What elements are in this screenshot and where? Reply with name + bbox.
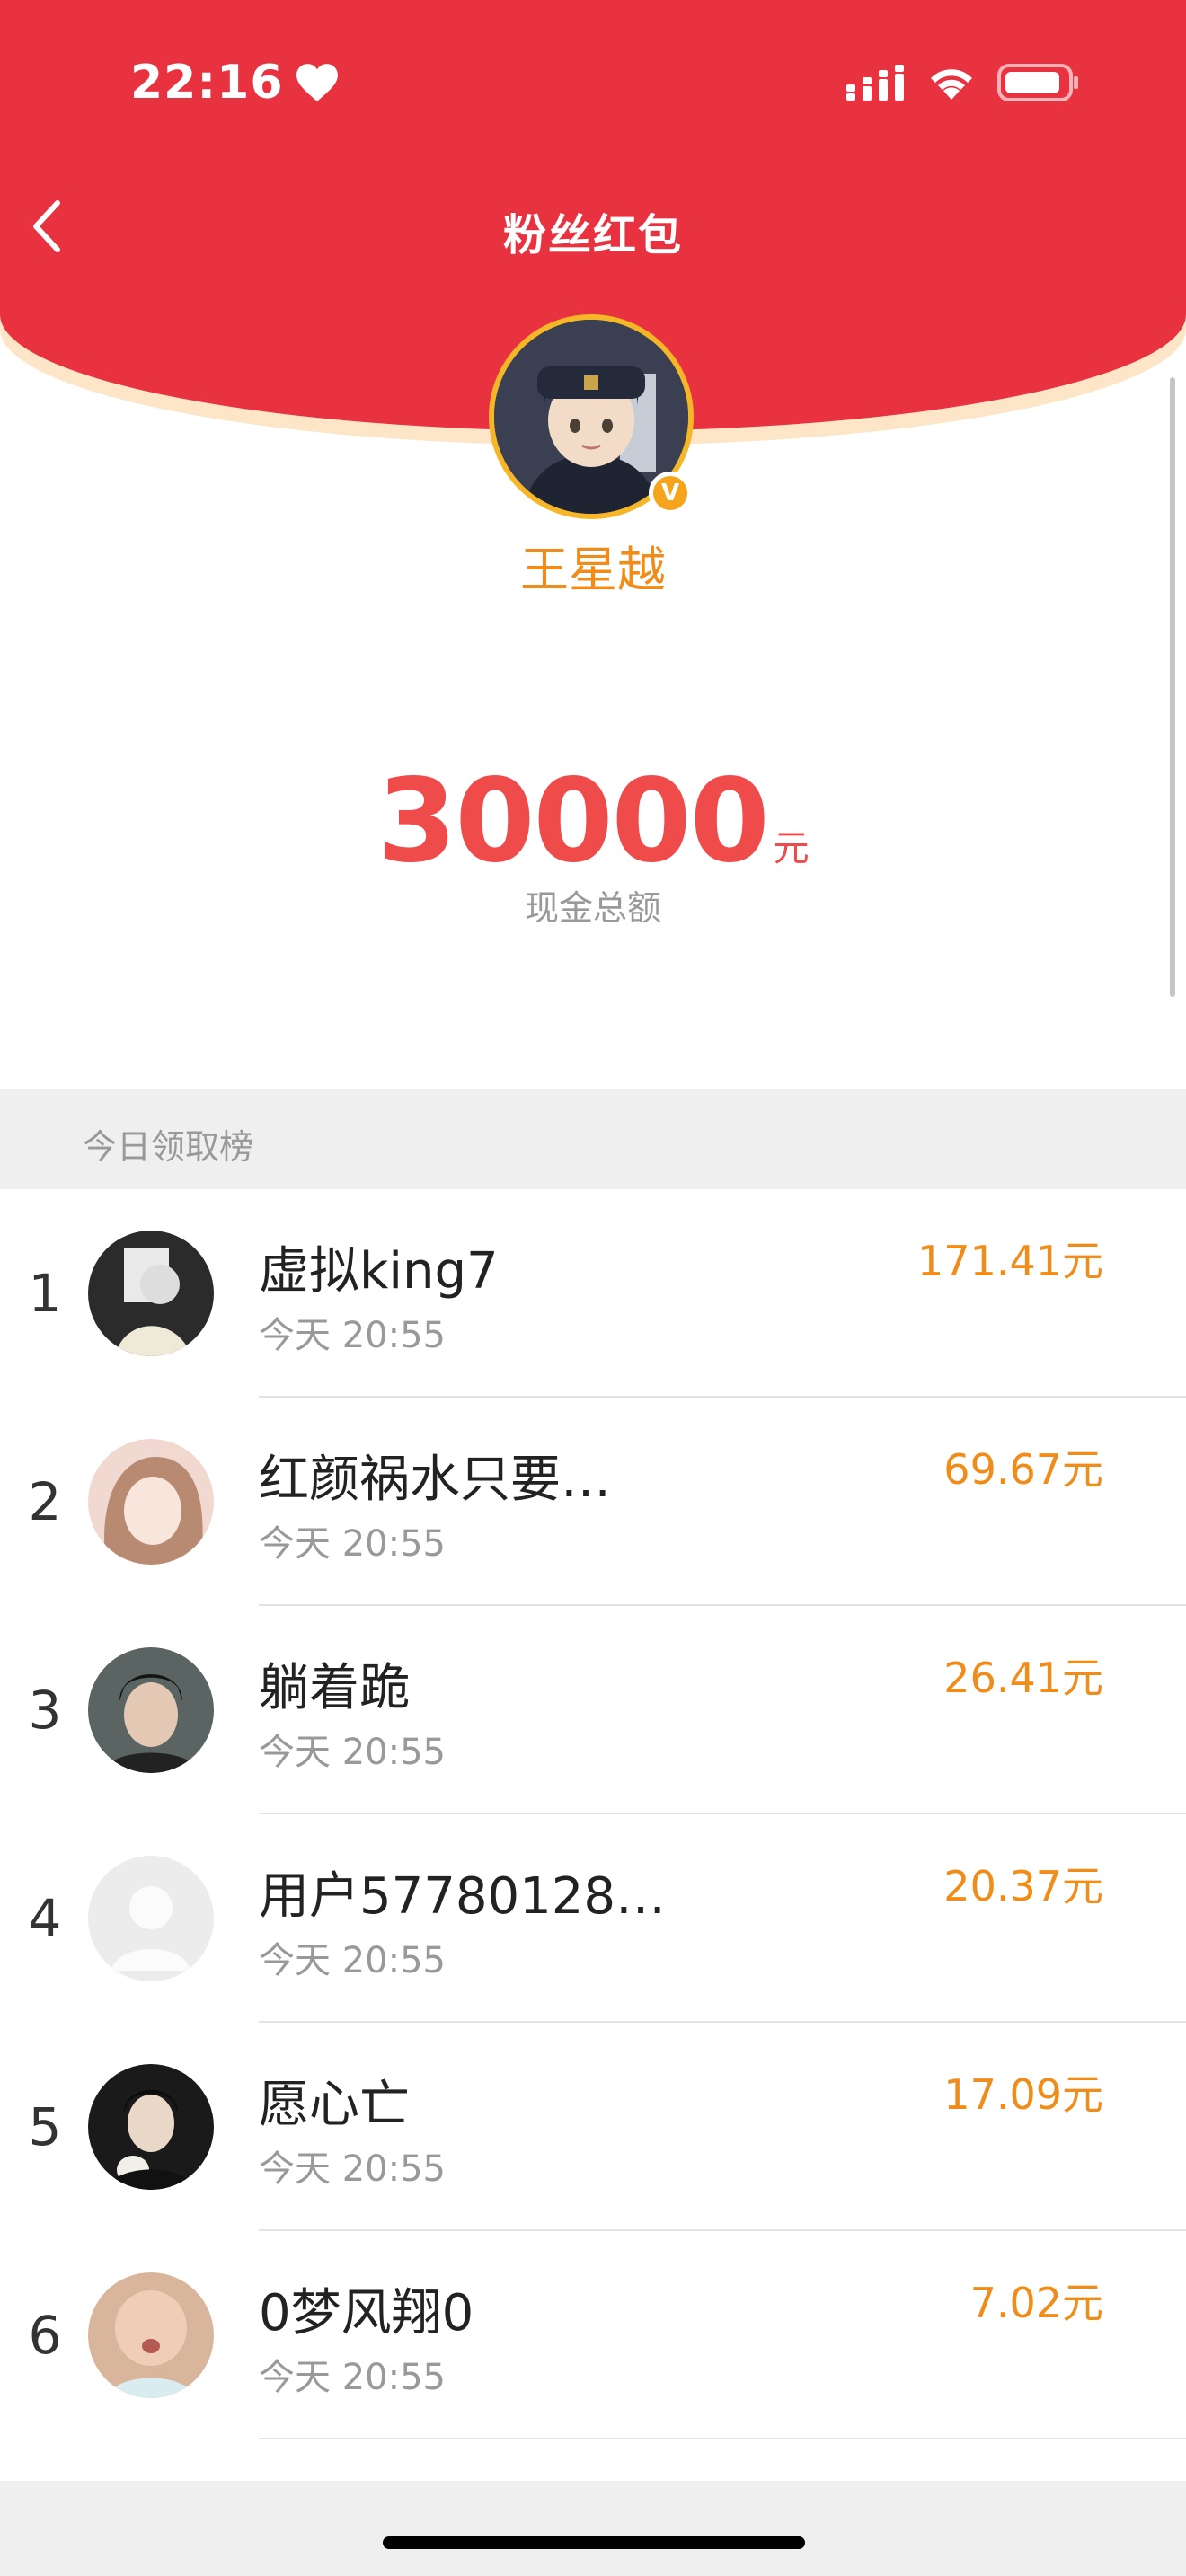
creator-name[interactable]: 王星越 xyxy=(0,530,1186,601)
heart-icon xyxy=(296,64,338,101)
user-name: 躺着跪 xyxy=(259,1659,410,1717)
rank-number: 3 xyxy=(28,1680,62,1741)
time-label: 22:16 xyxy=(130,56,284,110)
list-item[interactable]: 5 愿心亡 今天 20:55 17.09元 xyxy=(0,2023,1186,2231)
claim-amount: 171.41元 xyxy=(917,1237,1103,1285)
avatar[interactable] xyxy=(88,1647,214,1773)
rank-number: 1 xyxy=(28,1263,62,1324)
rank-number: 6 xyxy=(28,2305,62,2366)
user-name: 愿心亡 xyxy=(259,2076,410,2134)
page-title: 粉丝红包 xyxy=(502,210,683,260)
user-name: 虚拟king7 xyxy=(259,1242,499,1301)
avatar[interactable] xyxy=(88,2064,214,2190)
avatar[interactable] xyxy=(88,2272,214,2398)
bottom-area xyxy=(0,2481,1186,2576)
rank-number: 2 xyxy=(28,1471,62,1532)
list-item[interactable]: 2 红颜祸水只要… 今天 20:55 69.67元 xyxy=(0,1398,1186,1606)
status-bar-time: 22:16 xyxy=(130,56,340,110)
claim-time: 今天 20:55 xyxy=(259,1940,446,1981)
avatar[interactable] xyxy=(88,1231,214,1356)
list-item[interactable]: 3 躺着跪 今天 20:55 26.41元 xyxy=(0,1606,1186,1814)
section-header: 今日领取榜 xyxy=(0,1089,1186,1189)
claim-time: 今天 20:55 xyxy=(259,2148,446,2190)
user-name: 红颜祸水只要… xyxy=(259,1451,611,1509)
cash-amount-unit: 元 xyxy=(773,828,810,869)
verified-badge: V xyxy=(649,472,692,515)
list-item[interactable]: 4 用户57780128… 今天 20:55 20.37元 xyxy=(0,1814,1186,2023)
rank-number: 4 xyxy=(28,1888,62,1949)
divider xyxy=(259,2438,1186,2439)
battery-icon xyxy=(997,64,1078,101)
cash-amount-value: 30000 xyxy=(376,754,769,888)
status-icons xyxy=(846,63,1080,102)
claim-amount: 26.41元 xyxy=(943,1654,1103,1702)
list-item[interactable]: 6 0梦风翔0 今天 20:55 7.02元 xyxy=(0,2231,1186,2439)
section-title: 今日领取榜 xyxy=(83,1127,254,1167)
claim-time: 今天 20:55 xyxy=(259,2357,446,2398)
cellular-signal-icon xyxy=(846,65,904,101)
list-item[interactable]: 1 虚拟king7 今天 20:55 171.41元 xyxy=(0,1189,1186,1398)
claim-time: 今天 20:55 xyxy=(259,1523,446,1565)
ranking-list: 1 虚拟king7 今天 20:55 171.41元 2 红颜祸水只要… 今天 … xyxy=(0,1189,1186,2439)
rank-number: 5 xyxy=(28,2096,62,2157)
claim-time: 今天 20:55 xyxy=(259,1315,446,1356)
home-indicator[interactable] xyxy=(383,2536,805,2549)
claim-amount: 20.37元 xyxy=(943,1862,1103,1910)
avatar[interactable] xyxy=(88,1439,214,1565)
cash-amount: 30000 元 xyxy=(0,754,1186,888)
claim-amount: 7.02元 xyxy=(969,2279,1103,2327)
wifi-icon xyxy=(931,69,972,100)
claim-amount: 69.67元 xyxy=(943,1445,1103,1494)
user-name: 用户57780128… xyxy=(259,1867,667,1926)
user-name: 0梦风翔0 xyxy=(259,2284,474,2342)
cash-amount-caption: 现金总额 xyxy=(524,888,661,928)
default-avatar-icon[interactable] xyxy=(88,1856,214,1981)
claim-amount: 17.09元 xyxy=(943,2070,1103,2119)
claim-time: 今天 20:55 xyxy=(259,1732,446,1773)
